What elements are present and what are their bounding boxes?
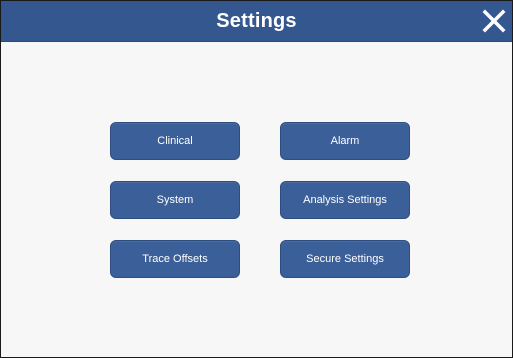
clinical-button[interactable]: Clinical	[110, 122, 240, 160]
trace-offsets-button[interactable]: Trace Offsets	[110, 240, 240, 278]
close-button[interactable]	[476, 1, 512, 41]
close-icon	[482, 9, 506, 33]
title-bar: Settings	[1, 1, 512, 42]
page-title: Settings	[216, 10, 297, 32]
alarm-button[interactable]: Alarm	[280, 122, 410, 160]
secure-settings-button[interactable]: Secure Settings	[280, 240, 410, 278]
analysis-settings-button[interactable]: Analysis Settings	[280, 181, 410, 219]
settings-window: Settings Clinical Alarm System Analysis …	[0, 0, 513, 358]
system-button[interactable]: System	[110, 181, 240, 219]
